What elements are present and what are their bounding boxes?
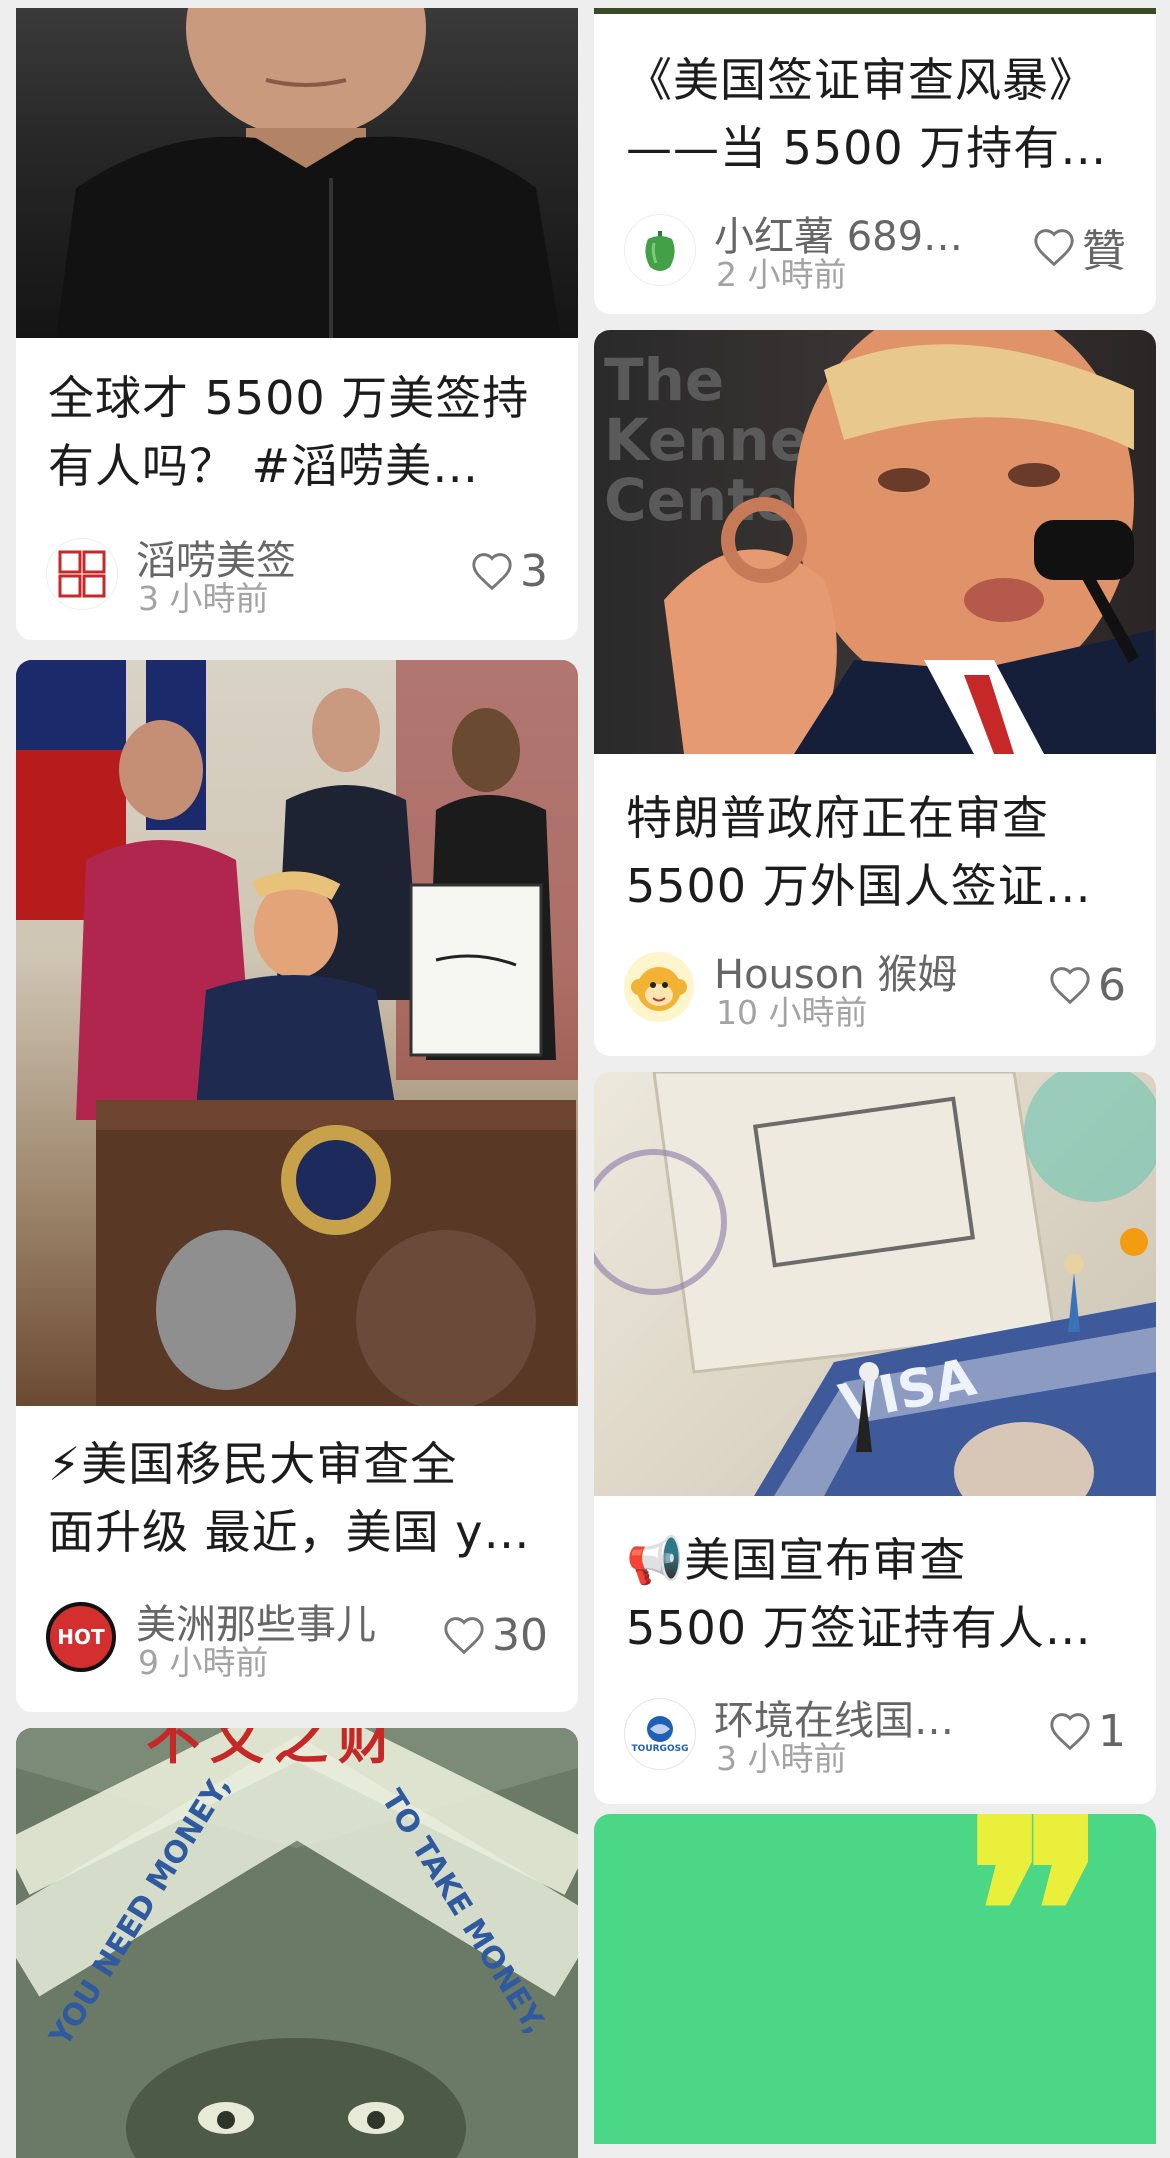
post-time: 2 小時前 [716,255,847,294]
heart-icon [1050,967,1090,1005]
post-time: 3 小時前 [716,1739,847,1778]
post-card[interactable]: ⚡美国移民大审查全 面升级 最近，美国 y… HOT 美洲那些事儿 9 小時前 … [16,660,578,1712]
like-count: 1 [1098,1705,1126,1757]
post-time: 9 小時前 [138,1643,269,1682]
quote-mark: ❞ [966,1814,1106,2066]
post-card[interactable]: The Kennedy Center 特朗普政府正在审查 5500 万外国人签证… [594,330,1156,1056]
globe-icon [647,1716,673,1742]
avatar-label: HOT [57,1625,105,1649]
post-time: 3 小時前 [138,579,269,618]
post-title-line: 《美国签证审查风暴》 [626,53,1096,107]
post-title-line: ——当 5500 万持有… [626,121,1108,175]
post-title-line: 5500 万签证持有人… [626,1601,1092,1655]
heart-icon [1050,1713,1090,1751]
post-image [16,8,578,338]
post-title-line: 5500 万外国人签证… [626,859,1092,913]
author-avatar[interactable]: TOURGOSG [624,1698,696,1770]
heart-icon [444,1617,484,1655]
like-count: 6 [1098,959,1126,1011]
author-avatar[interactable]: HOT [46,1602,116,1672]
heart-icon [472,553,512,591]
author-avatar[interactable] [46,538,118,610]
post-title-line: 全球才 5500 万美签持 [48,371,530,425]
post-title-line: 📢美国宣布审查 [626,1533,967,1587]
post-image: ❞ [594,1814,1156,2144]
image-sign-text: The [604,346,724,414]
post-title-line: 特朗普政府正在审查 [626,791,1049,845]
avatar-label: TOURGOSG [631,1744,689,1754]
post-time: 10 小時前 [716,993,868,1032]
author-avatar[interactable] [624,952,694,1022]
like-button[interactable]: 30 [442,1609,548,1661]
image-headline: 不义之财 [146,1728,402,1771]
post-image: VISA [594,1072,1156,1496]
heart-icon [1034,229,1074,267]
post-card[interactable]: YOU NEED MONEY, TO TAKE MONEY, 不义之财 [16,1728,578,2158]
post-card[interactable]: 《美国签证审查风暴》 ——当 5500 万持有… 小红薯 689… 2 小時前 … [594,8,1156,314]
like-button[interactable]: 3 [470,545,548,597]
like-count: 3 [520,545,548,597]
post-title-line: 有人吗？ #滔唠美… [48,439,480,493]
monkey-icon [631,967,687,1011]
pepper-icon [645,231,675,271]
post-image: The Kennedy Center [594,330,1156,754]
post-card[interactable]: VISA 📢美国宣布审查 5500 万签证持有人… TOURGOSG 环境在线国… [594,1072,1156,1804]
like-button[interactable]: 6 [1048,959,1126,1011]
like-count: 30 [492,1609,548,1661]
post-card[interactable]: 全球才 5500 万美签持 有人吗？ #滔唠美… 滔唠美签 3 小時前 3 [16,8,578,640]
post-card[interactable]: ❞ [594,1814,1156,2144]
like-count: 贊 [1082,226,1126,277]
post-title-line: ⚡美国移民大审查全 [48,1437,458,1491]
image-edge [594,8,1156,14]
post-image: YOU NEED MONEY, TO TAKE MONEY, 不义之财 [16,1728,578,2158]
like-button[interactable]: 贊 [1032,222,1126,277]
post-title-line: 面升级 最近，美国 y… [48,1505,531,1559]
like-button[interactable]: 1 [1048,1705,1126,1757]
post-image [16,660,578,1406]
author-avatar[interactable] [624,214,696,286]
